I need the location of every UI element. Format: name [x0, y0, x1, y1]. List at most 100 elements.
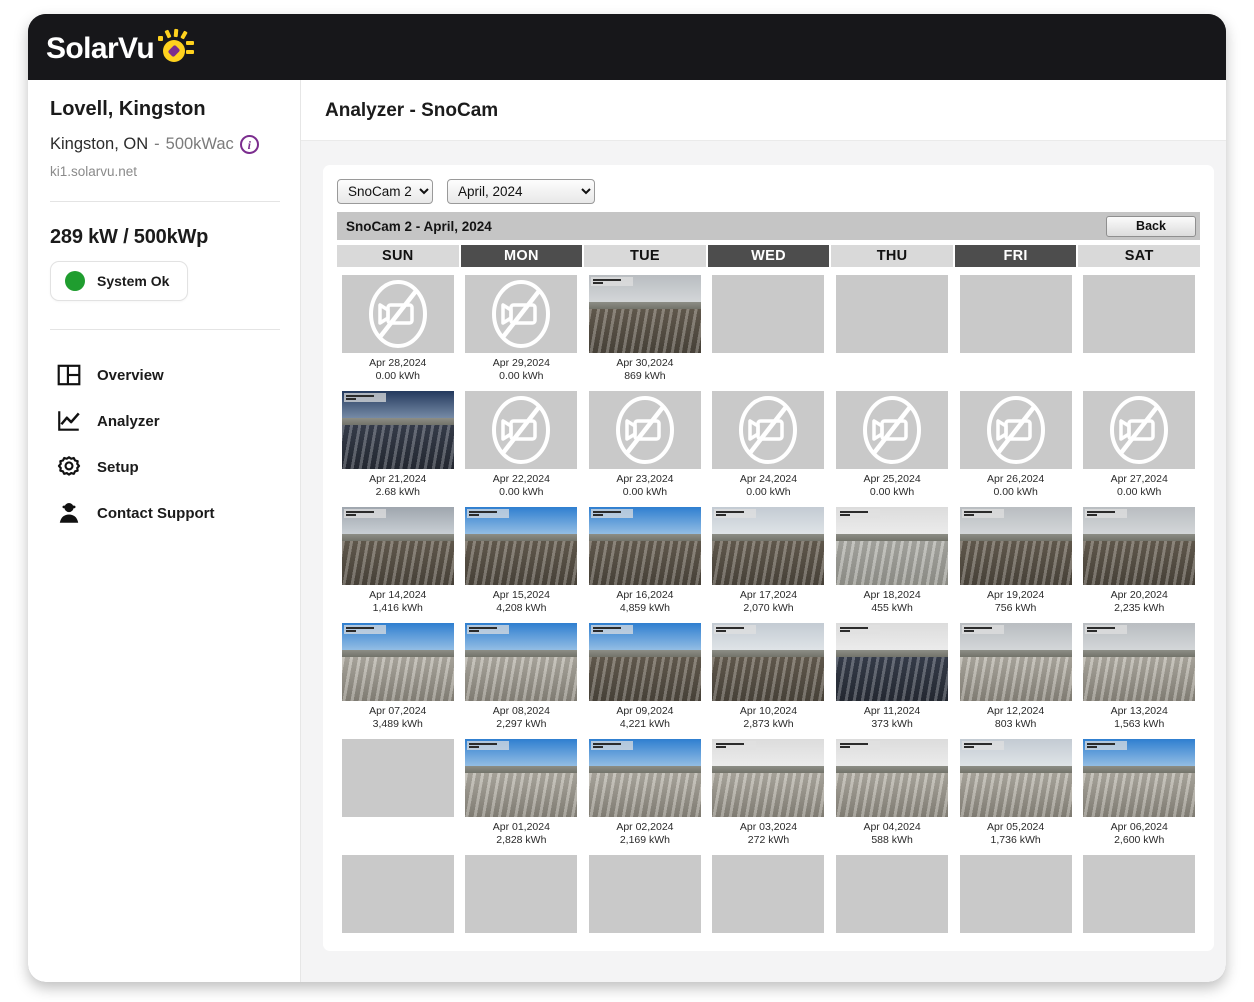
- day-caption: Apr 12,2024803 kWh: [987, 705, 1044, 731]
- day-thumbnail[interactable]: [589, 739, 701, 817]
- calendar-cell[interactable]: Apr 19,2024756 kWh: [955, 507, 1077, 615]
- day-thumbnail[interactable]: [589, 391, 701, 469]
- day-date: Apr 01,2024: [493, 821, 550, 834]
- calendar-cell[interactable]: Apr 01,20242,828 kWh: [461, 739, 583, 847]
- calendar-cell[interactable]: Apr 20,20242,235 kWh: [1078, 507, 1200, 615]
- day-thumbnail: [465, 855, 577, 933]
- day-thumbnail[interactable]: [712, 739, 824, 817]
- day-thumbnail[interactable]: [960, 507, 1072, 585]
- day-caption: Apr 23,20240.00 kWh: [616, 473, 673, 499]
- day-thumbnail[interactable]: [342, 391, 454, 469]
- day-thumbnail[interactable]: [589, 507, 701, 585]
- day-thumbnail[interactable]: [712, 391, 824, 469]
- calendar-cell[interactable]: Apr 11,2024373 kWh: [831, 623, 953, 731]
- day-thumbnail[interactable]: [342, 507, 454, 585]
- calendar-cell[interactable]: Apr 27,20240.00 kWh: [1078, 391, 1200, 499]
- snocam-photo: [712, 739, 824, 817]
- sidebar: Lovell, Kingston Kingston, ON - 500kWac …: [28, 80, 300, 982]
- snocam-photo: [836, 739, 948, 817]
- sidebar-item-label: Analyzer: [97, 413, 160, 430]
- day-thumbnail[interactable]: [589, 275, 701, 353]
- day-thumbnail[interactable]: [465, 507, 577, 585]
- status-badge[interactable]: System Ok: [50, 261, 188, 301]
- day-thumbnail[interactable]: [342, 623, 454, 701]
- calendar-cell[interactable]: Apr 18,2024455 kWh: [831, 507, 953, 615]
- site-location: Kingston, ON: [50, 135, 148, 154]
- camera-select[interactable]: SnoCam 1SnoCam 2: [337, 179, 433, 204]
- day-thumbnail[interactable]: [960, 739, 1072, 817]
- day-header-sat: SAT: [1078, 245, 1200, 267]
- sidebar-item-overview[interactable]: Overview: [50, 352, 280, 398]
- day-thumbnail[interactable]: [1083, 739, 1195, 817]
- month-select[interactable]: March, 2024April, 2024May, 2024: [447, 179, 595, 204]
- calendar-cell[interactable]: Apr 03,2024272 kWh: [708, 739, 830, 847]
- day-thumbnail[interactable]: [1083, 507, 1195, 585]
- sidebar-item-contact-support[interactable]: Contact Support: [50, 490, 280, 536]
- day-caption: Apr 22,20240.00 kWh: [493, 473, 550, 499]
- calendar-cell[interactable]: Apr 13,20241,563 kWh: [1078, 623, 1200, 731]
- day-date: Apr 27,2024: [1111, 473, 1168, 486]
- day-thumbnail[interactable]: [342, 275, 454, 353]
- day-date: Apr 30,2024: [616, 357, 673, 370]
- calendar-cell[interactable]: Apr 06,20242,600 kWh: [1078, 739, 1200, 847]
- calendar-cell[interactable]: Apr 25,20240.00 kWh: [831, 391, 953, 499]
- calendar-cell[interactable]: Apr 23,20240.00 kWh: [584, 391, 706, 499]
- day-caption: Apr 05,20241,736 kWh: [987, 821, 1044, 847]
- calendar-cell[interactable]: Apr 12,2024803 kWh: [955, 623, 1077, 731]
- solarvu-logo[interactable]: SolarVu: [46, 30, 195, 64]
- calendar-cell[interactable]: Apr 08,20242,297 kWh: [461, 623, 583, 731]
- day-date: Apr 13,2024: [1111, 705, 1168, 718]
- day-thumbnail[interactable]: [589, 623, 701, 701]
- calendar-cell[interactable]: Apr 09,20244,221 kWh: [584, 623, 706, 731]
- calendar-cell[interactable]: Apr 15,20244,208 kWh: [461, 507, 583, 615]
- day-caption: Apr 02,20242,169 kWh: [616, 821, 673, 847]
- day-thumbnail[interactable]: [836, 623, 948, 701]
- day-thumbnail[interactable]: [960, 623, 1072, 701]
- calendar-cell[interactable]: Apr 07,20243,489 kWh: [337, 623, 459, 731]
- calendar-cell[interactable]: Apr 30,2024869 kWh: [584, 275, 706, 383]
- site-location-row: Kingston, ON - 500kWac i: [50, 135, 280, 154]
- day-thumbnail[interactable]: [1083, 391, 1195, 469]
- photo-timestamp-overlay: [591, 509, 633, 518]
- calendar-cell[interactable]: Apr 26,20240.00 kWh: [955, 391, 1077, 499]
- day-energy: 869 kWh: [616, 370, 673, 383]
- day-caption: Apr 04,2024588 kWh: [863, 821, 920, 847]
- calendar-cell[interactable]: Apr 04,2024588 kWh: [831, 739, 953, 847]
- calendar-cell[interactable]: Apr 21,20242.68 kWh: [337, 391, 459, 499]
- calendar-cell-empty: [1078, 855, 1200, 933]
- site-url[interactable]: ki1.solarvu.net: [50, 164, 280, 179]
- day-header-wed: WED: [708, 245, 830, 267]
- day-thumbnail[interactable]: [712, 507, 824, 585]
- info-icon[interactable]: i: [240, 135, 259, 154]
- calendar-cell[interactable]: Apr 24,20240.00 kWh: [708, 391, 830, 499]
- calendar-week-row: [337, 855, 1200, 933]
- day-thumbnail[interactable]: [712, 623, 824, 701]
- day-energy: 4,208 kWh: [493, 602, 550, 615]
- day-thumbnail[interactable]: [465, 739, 577, 817]
- sidebar-item-analyzer[interactable]: Analyzer: [50, 398, 280, 444]
- calendar-cell[interactable]: Apr 05,20241,736 kWh: [955, 739, 1077, 847]
- calendar-cell[interactable]: Apr 22,20240.00 kWh: [461, 391, 583, 499]
- calendar-cell[interactable]: Apr 14,20241,416 kWh: [337, 507, 459, 615]
- sidebar-item-label: Overview: [97, 367, 164, 384]
- calendar-cell-empty: [337, 739, 459, 847]
- photo-timestamp-overlay: [962, 741, 1004, 750]
- calendar-cell[interactable]: Apr 10,20242,873 kWh: [708, 623, 830, 731]
- day-thumbnail[interactable]: [836, 507, 948, 585]
- sidebar-item-setup[interactable]: Setup: [50, 444, 280, 490]
- day-thumbnail[interactable]: [960, 391, 1072, 469]
- day-caption: Apr 16,20244,859 kWh: [616, 589, 673, 615]
- calendar-cell[interactable]: Apr 28,20240.00 kWh: [337, 275, 459, 383]
- day-thumbnail[interactable]: [836, 739, 948, 817]
- day-thumbnail[interactable]: [1083, 623, 1195, 701]
- day-thumbnail[interactable]: [836, 391, 948, 469]
- calendar-cell[interactable]: Apr 17,20242,070 kWh: [708, 507, 830, 615]
- back-button[interactable]: Back: [1106, 216, 1196, 237]
- calendar-cell[interactable]: Apr 16,20244,859 kWh: [584, 507, 706, 615]
- day-date: Apr 16,2024: [616, 589, 673, 602]
- day-thumbnail[interactable]: [465, 623, 577, 701]
- day-thumbnail[interactable]: [465, 391, 577, 469]
- calendar-cell[interactable]: Apr 29,20240.00 kWh: [461, 275, 583, 383]
- calendar-cell[interactable]: Apr 02,20242,169 kWh: [584, 739, 706, 847]
- day-thumbnail[interactable]: [465, 275, 577, 353]
